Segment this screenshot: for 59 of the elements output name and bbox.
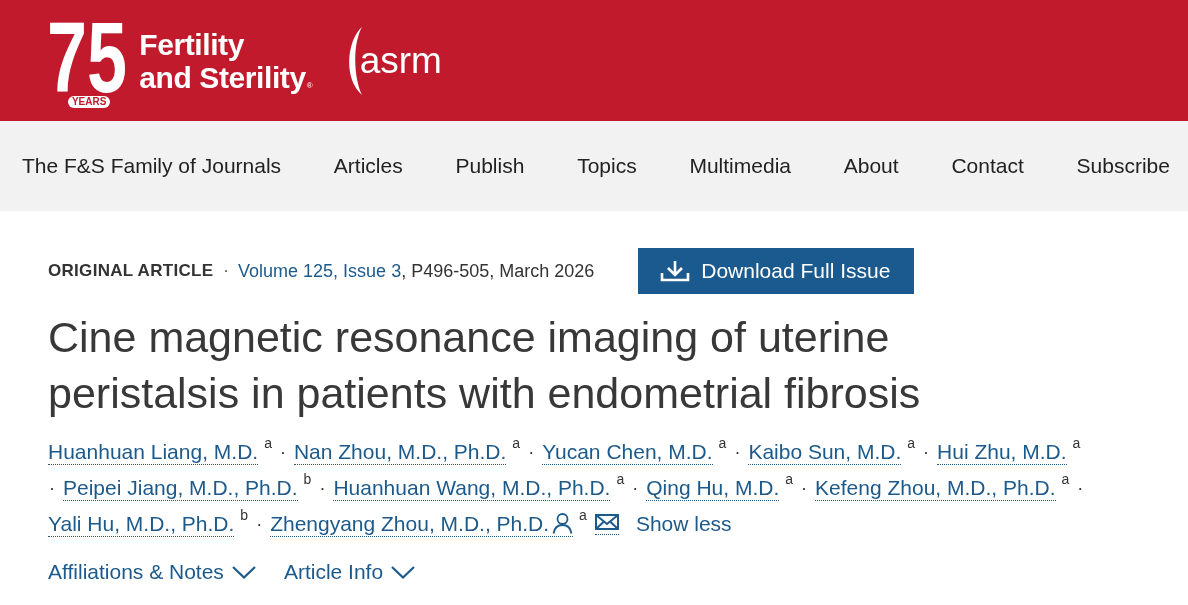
author-separator: · (49, 477, 55, 499)
partner-logo-text: asrm (359, 38, 442, 83)
affiliation-mark: b (303, 471, 312, 487)
article-type: ORIGINAL ARTICLE (48, 261, 214, 281)
author-separator: · (923, 441, 930, 463)
logo-number: 75 (47, 19, 128, 95)
affiliation-mark: a (1072, 435, 1081, 451)
author-separator: · (801, 477, 808, 499)
download-icon (660, 260, 691, 282)
email-link[interactable] (594, 513, 619, 535)
affiliation-mark: a (579, 507, 587, 523)
article-title: Cine magnetic resonance imaging of uterine peristalsis in patients with endometrial fibrosis (48, 312, 922, 419)
registered-mark: ® (306, 80, 313, 91)
author-link[interactable]: Zhengyang Zhou, M.D., Ph.D. (270, 511, 574, 537)
author-link[interactable]: Qing Hu, M.D. (646, 475, 780, 501)
author-link[interactable]: Nan Zhou, M.D., Ph.D. (293, 439, 507, 465)
nav-link[interactable]: About (843, 154, 899, 178)
nav-link[interactable]: Articles (333, 154, 403, 178)
author-link[interactable]: Huanhuan Wang, M.D., Ph.D. (333, 475, 611, 501)
section-toggle[interactable]: Article Info (283, 557, 416, 587)
author-separator: · (1077, 477, 1084, 499)
author-separator: · (632, 477, 639, 499)
author-separator: · (528, 441, 535, 463)
affiliation-mark: a (616, 471, 625, 487)
nav-link[interactable]: The F&S Family of Journals (22, 154, 282, 178)
affiliation-mark: a (512, 435, 521, 451)
journal-name-line: and Sterility (139, 60, 306, 94)
logo-badge: YEARS (67, 96, 111, 108)
affiliation-mark: a (907, 435, 916, 451)
person-icon (552, 513, 574, 534)
author-separator: · (734, 441, 741, 463)
author-link[interactable]: Peipei Jiang, M.D., Ph.D. (63, 475, 298, 501)
author-link[interactable]: Kaibo Sun, M.D. (748, 439, 902, 465)
author-separator: · (256, 513, 263, 535)
mail-icon (594, 513, 619, 530)
affiliation-mark: b (240, 507, 249, 523)
pages-date: , P496-505, March 2026 (401, 260, 595, 282)
nav-link[interactable]: Publish (455, 154, 525, 178)
issue-link[interactable]: Volume 125, Issue 3 (238, 260, 402, 282)
meta-separator: · (223, 261, 230, 281)
section-toggle[interactable]: Affiliations & Notes (48, 557, 256, 587)
author-separator: · (319, 477, 326, 499)
nav-link[interactable]: Contact (951, 154, 1024, 178)
nav-link[interactable]: Topics (577, 154, 637, 178)
author-link[interactable]: Yucan Chen, M.D. (542, 439, 713, 465)
author-link[interactable]: Yali Hu, M.D., Ph.D. (48, 511, 235, 537)
nav-link[interactable]: Multimedia (689, 154, 791, 178)
author-separator: · (279, 441, 286, 463)
affiliation-mark: a (1061, 471, 1070, 487)
author-link[interactable]: Huanhuan Liang, M.D. (48, 439, 259, 465)
affiliation-mark: a (264, 435, 272, 451)
affiliation-mark: a (785, 471, 794, 487)
author-link[interactable]: Hui Zhu, M.D. (937, 439, 1067, 465)
author-link[interactable]: Kefeng Zhou, M.D., Ph.D. (815, 475, 1056, 501)
affiliation-mark: a (718, 435, 727, 451)
show-less-link[interactable]: Show less (635, 512, 732, 536)
journal-name-line: Fertility (139, 27, 244, 61)
download-button[interactable]: Download Full Issue (638, 248, 915, 294)
nav-link[interactable]: Subscribe (1076, 154, 1170, 178)
